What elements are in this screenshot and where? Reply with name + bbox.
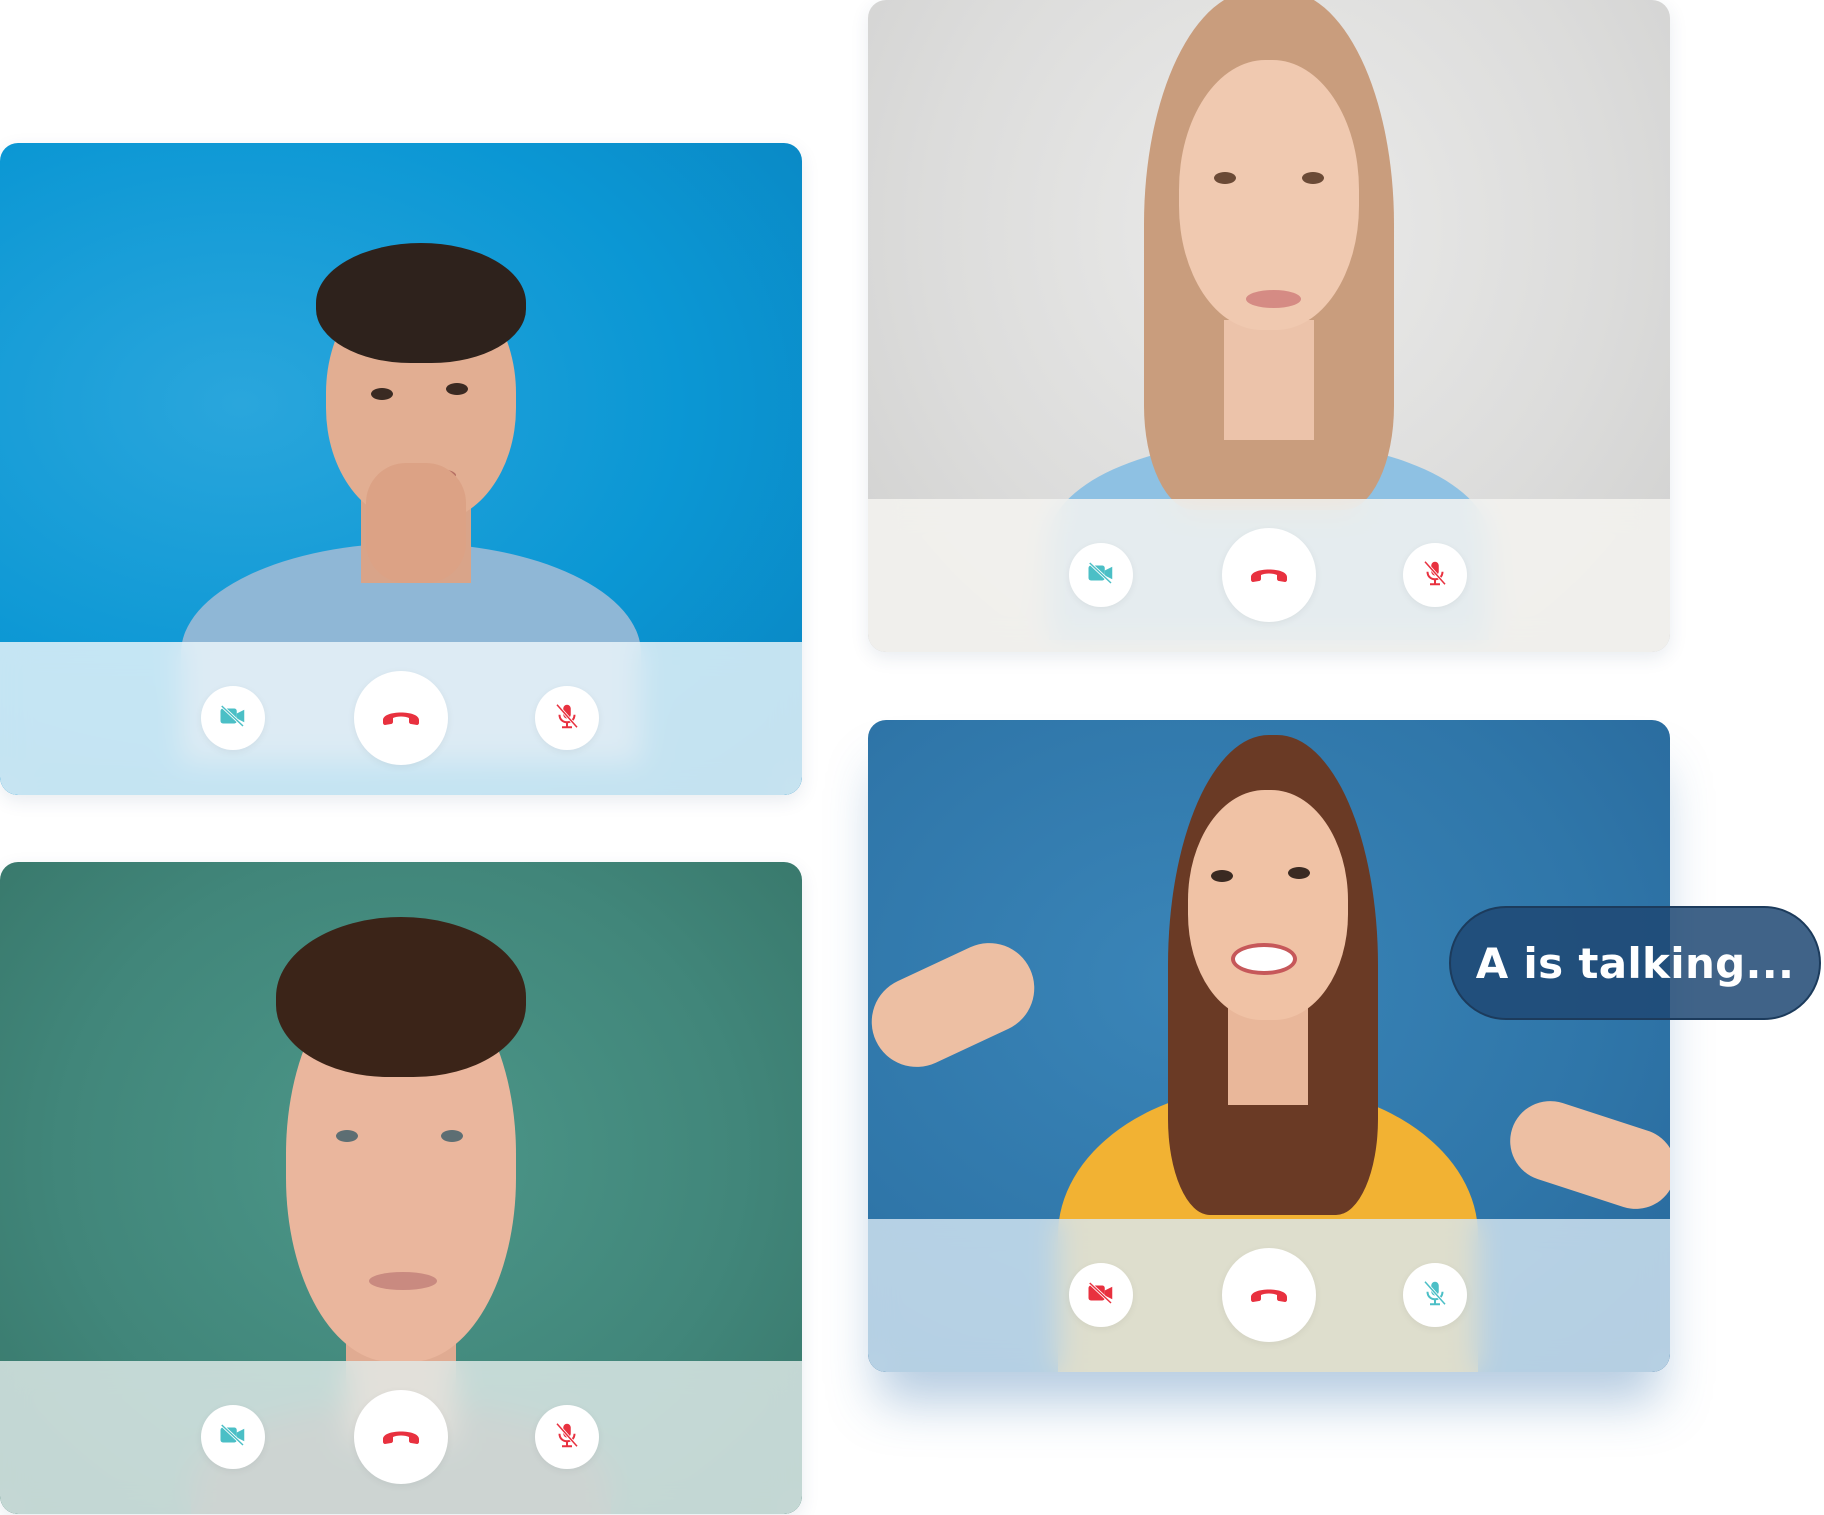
camera-off-icon [218, 701, 248, 736]
mic-off-icon [552, 701, 582, 736]
toggle-mic-button[interactable] [1403, 1263, 1467, 1327]
end-call-button[interactable] [1222, 1248, 1316, 1342]
toggle-mic-button[interactable] [1403, 543, 1467, 607]
camera-off-icon [1086, 1278, 1116, 1313]
call-controls-bar [0, 1361, 802, 1514]
video-tile-participant-4 [868, 720, 1670, 1372]
mic-off-icon [1420, 1278, 1450, 1313]
camera-off-icon [1086, 558, 1116, 593]
toggle-mic-button[interactable] [535, 1405, 599, 1469]
participant-avatar [101, 183, 701, 763]
mic-off-icon [552, 1420, 582, 1455]
talking-indicator-badge: A is talking... [1449, 906, 1821, 1020]
video-tile-participant-3 [0, 862, 802, 1514]
toggle-camera-button[interactable] [201, 1405, 265, 1469]
phone-hangup-icon [379, 1423, 423, 1452]
end-call-button[interactable] [354, 671, 448, 765]
phone-hangup-icon [1247, 561, 1291, 590]
toggle-camera-button[interactable] [1069, 1263, 1133, 1327]
phone-hangup-icon [379, 704, 423, 733]
call-controls-bar [868, 1219, 1670, 1372]
end-call-button[interactable] [354, 1390, 448, 1484]
phone-hangup-icon [1247, 1281, 1291, 1310]
talking-indicator-label: A is talking... [1475, 938, 1795, 988]
toggle-camera-button[interactable] [201, 686, 265, 750]
toggle-camera-button[interactable] [1069, 543, 1133, 607]
call-controls-bar [0, 642, 802, 795]
toggle-mic-button[interactable] [535, 686, 599, 750]
participant-avatar [959, 0, 1579, 640]
camera-off-icon [218, 1420, 248, 1455]
mic-off-icon [1420, 558, 1450, 593]
video-tile-participant-1 [0, 143, 802, 795]
video-tile-participant-2 [868, 0, 1670, 652]
call-controls-bar [868, 499, 1670, 652]
end-call-button[interactable] [1222, 528, 1316, 622]
